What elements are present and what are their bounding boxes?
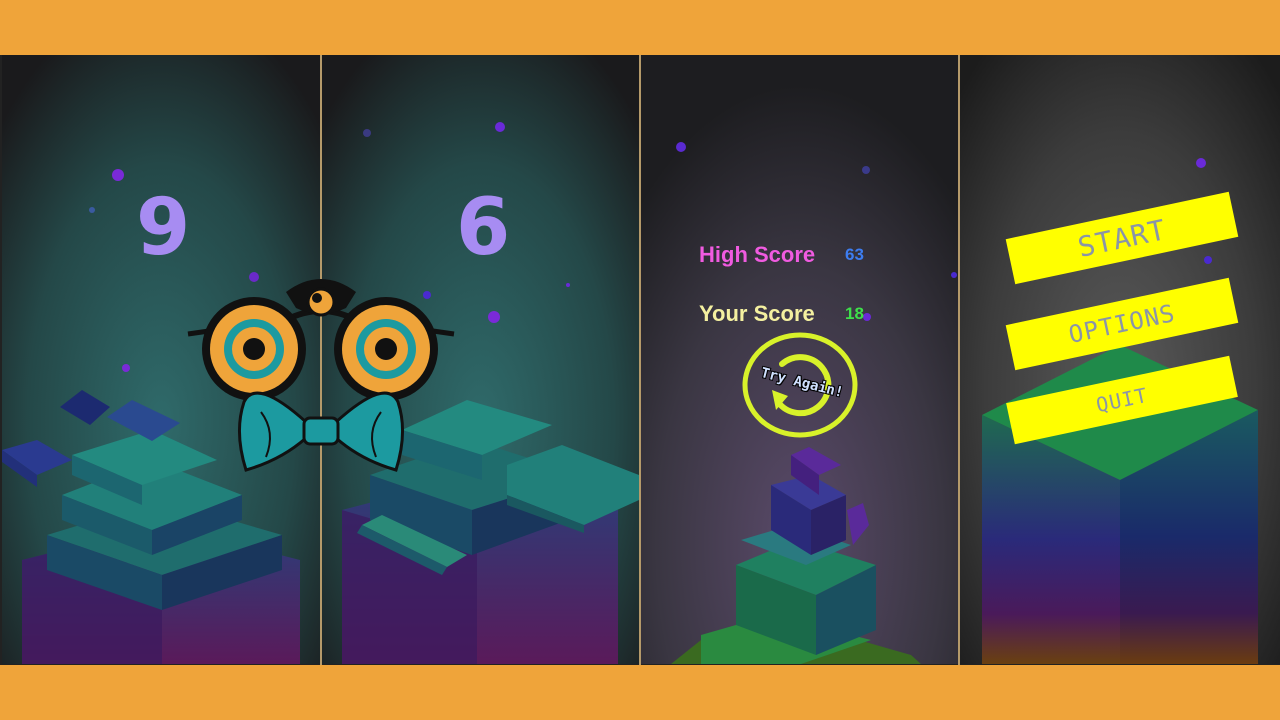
- main-menu-panel: START OPTIONS QUIT: [960, 55, 1280, 664]
- score-display: 6: [456, 183, 511, 273]
- your-score-value: 18: [845, 304, 864, 323]
- panel-4-scene: [960, 55, 1280, 664]
- your-score-label: Your Score: [699, 301, 815, 326]
- high-score-label: High Score: [699, 242, 816, 267]
- score-display: 9: [136, 183, 191, 273]
- mascot-glasses-bowtie-icon: [187, 279, 455, 472]
- quit-button-label: QUIT: [1093, 382, 1151, 418]
- high-score-value: 63: [845, 245, 864, 264]
